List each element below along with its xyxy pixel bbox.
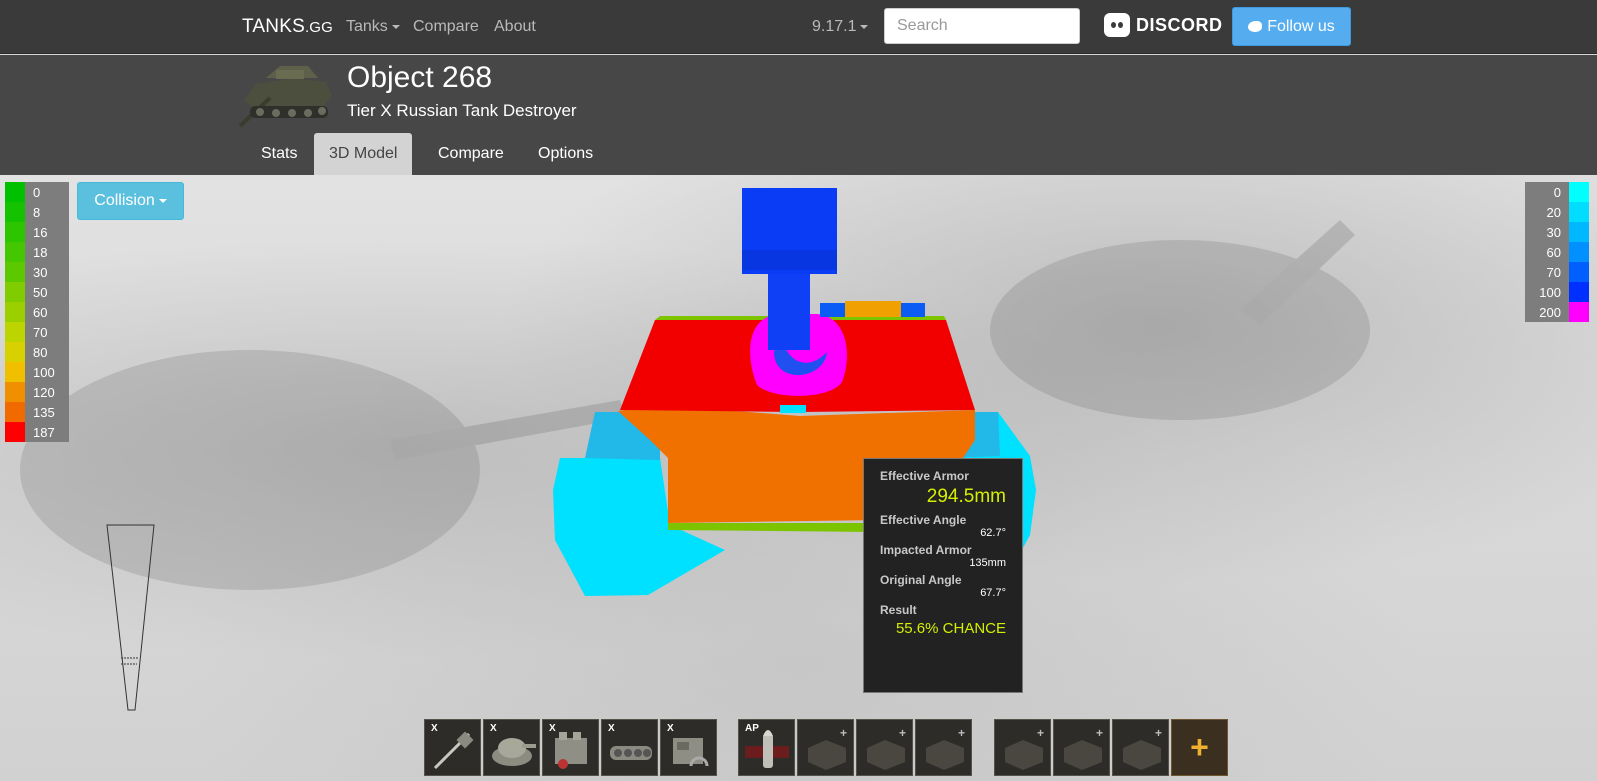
tab-3d-model[interactable]: 3D Model — [314, 133, 413, 175]
tab-compare[interactable]: Compare — [423, 133, 519, 175]
legend-row: 30 — [5, 262, 69, 282]
original-angle-label: Original Angle — [880, 573, 962, 587]
effective-angle-value: 62.7° — [980, 527, 1006, 539]
tank-subtitle: Tier X Russian Tank Destroyer — [347, 101, 577, 120]
legend-row: 80 — [5, 342, 69, 362]
consumable-slot[interactable]: + — [994, 719, 1051, 776]
tab-stats[interactable]: Stats — [246, 133, 312, 175]
equipment-slot[interactable]: + — [915, 719, 972, 776]
follow-label: Follow us — [1267, 17, 1335, 35]
add-plus-icon: + — [1154, 726, 1162, 740]
plus-icon: + — [1190, 729, 1209, 765]
nav-tanks-dropdown[interactable]: Tanks — [346, 18, 400, 36]
twitter-icon — [1248, 21, 1263, 32]
legend-row: 70 — [5, 322, 69, 342]
add-plus-icon: + — [957, 726, 965, 740]
nav-tanks-label: Tanks — [346, 18, 388, 35]
impacted-armor-label: Impacted Armor — [880, 543, 972, 557]
suspension-icon — [610, 746, 652, 760]
armor-model[interactable] — [0, 175, 1597, 781]
collision-dropdown-button[interactable]: Collision — [77, 182, 184, 220]
search-input[interactable] — [884, 8, 1080, 44]
ammo-slot-ap[interactable]: AP — [738, 719, 795, 776]
legend-row: 20 — [1525, 202, 1589, 222]
gun-barrel-armor — [768, 274, 810, 350]
legend-row: 30 — [1525, 222, 1589, 242]
shell-icon — [745, 730, 789, 768]
legend-row: 135 — [5, 402, 69, 422]
module-slot-engine[interactable]: X — [542, 719, 599, 776]
legend-row: 0 — [1525, 182, 1589, 202]
legend-row: 0 — [5, 182, 69, 202]
equipment-slot[interactable]: + — [797, 719, 854, 776]
legend-row: 100 — [1525, 282, 1589, 302]
gun-icon — [433, 731, 474, 770]
nav-compare-link[interactable]: Compare — [413, 18, 479, 36]
consumable-slot[interactable]: + — [1112, 719, 1169, 776]
radio-icon — [673, 738, 709, 767]
version-dropdown[interactable]: 9.17.1 — [812, 18, 869, 36]
background-tank-right — [990, 220, 1370, 420]
result-label: Result — [880, 603, 917, 617]
equipment-slot[interactable]: + — [856, 719, 913, 776]
shell-cone-indicator — [106, 524, 155, 711]
spaced-armor-legend: 0 20 30 60 70 100 200 — [1525, 182, 1589, 322]
discord-icon — [1104, 13, 1130, 37]
legend-row: 187 — [5, 422, 69, 442]
effective-armor-label: Effective Armor — [880, 469, 969, 483]
add-plus-icon: + — [1036, 726, 1044, 740]
consumable-slot[interactable]: + — [1053, 719, 1110, 776]
legend-row: 18 — [5, 242, 69, 262]
effective-armor-value: 294.5mm — [926, 486, 1006, 507]
discord-label: DISCORD — [1136, 14, 1223, 35]
brand-suffix: .GG — [304, 19, 334, 36]
armor-legend: 0 8 16 18 30 50 60 70 80 100 120 135 187 — [5, 182, 69, 442]
version-label: 9.17.1 — [812, 18, 857, 35]
tab-options[interactable]: Options — [523, 133, 608, 175]
legend-row: 16 — [5, 222, 69, 242]
engine-icon — [555, 732, 587, 769]
turret-icon — [492, 738, 536, 766]
tank-thumbnail — [238, 66, 332, 128]
chevron-down-icon — [860, 24, 869, 29]
add-plus-icon: + — [898, 726, 906, 740]
legend-row: 120 — [5, 382, 69, 402]
legend-row: 60 — [5, 302, 69, 322]
original-angle-value: 67.7° — [980, 587, 1006, 599]
add-plus-icon: + — [839, 726, 847, 740]
legend-row: 50 — [5, 282, 69, 302]
armor-tooltip: Effective Armor 294.5mm Effective Angle … — [863, 458, 1023, 693]
legend-row: 60 — [1525, 242, 1589, 262]
impacted-armor-value: 135mm — [969, 557, 1006, 569]
add-plus-icon: + — [1095, 726, 1103, 740]
brand-logo[interactable]: TANKS.GG — [242, 16, 333, 38]
page-title: Object 268 — [347, 61, 493, 94]
legend-row: 100 — [5, 362, 69, 382]
collision-label: Collision — [94, 192, 155, 209]
module-slot-radio[interactable]: X — [660, 719, 717, 776]
module-slot-turret[interactable]: X — [483, 719, 540, 776]
chevron-down-icon — [391, 24, 400, 29]
nav-about-link[interactable]: About — [494, 18, 536, 36]
result-value: 55.6% CHANCE — [895, 620, 1006, 637]
module-slot-suspension[interactable]: X — [601, 719, 658, 776]
legend-row: 70 — [1525, 262, 1589, 282]
chevron-down-icon — [158, 199, 167, 203]
armor-viewer-scene[interactable] — [0, 175, 1597, 781]
add-crew-skill-button[interactable]: + — [1171, 719, 1228, 776]
discord-link[interactable]: DISCORD — [1104, 13, 1223, 37]
top-navbar: TANKS.GG Tanks Compare About 9.17.1 DISC… — [0, 0, 1597, 54]
module-slot-gun[interactable]: X — [424, 719, 481, 776]
legend-row: 8 — [5, 202, 69, 222]
legend-row: 200 — [1525, 302, 1589, 322]
brand-main: TANKS — [242, 16, 305, 37]
follow-us-button[interactable]: Follow us — [1232, 7, 1351, 46]
effective-angle-label: Effective Angle — [880, 513, 967, 527]
